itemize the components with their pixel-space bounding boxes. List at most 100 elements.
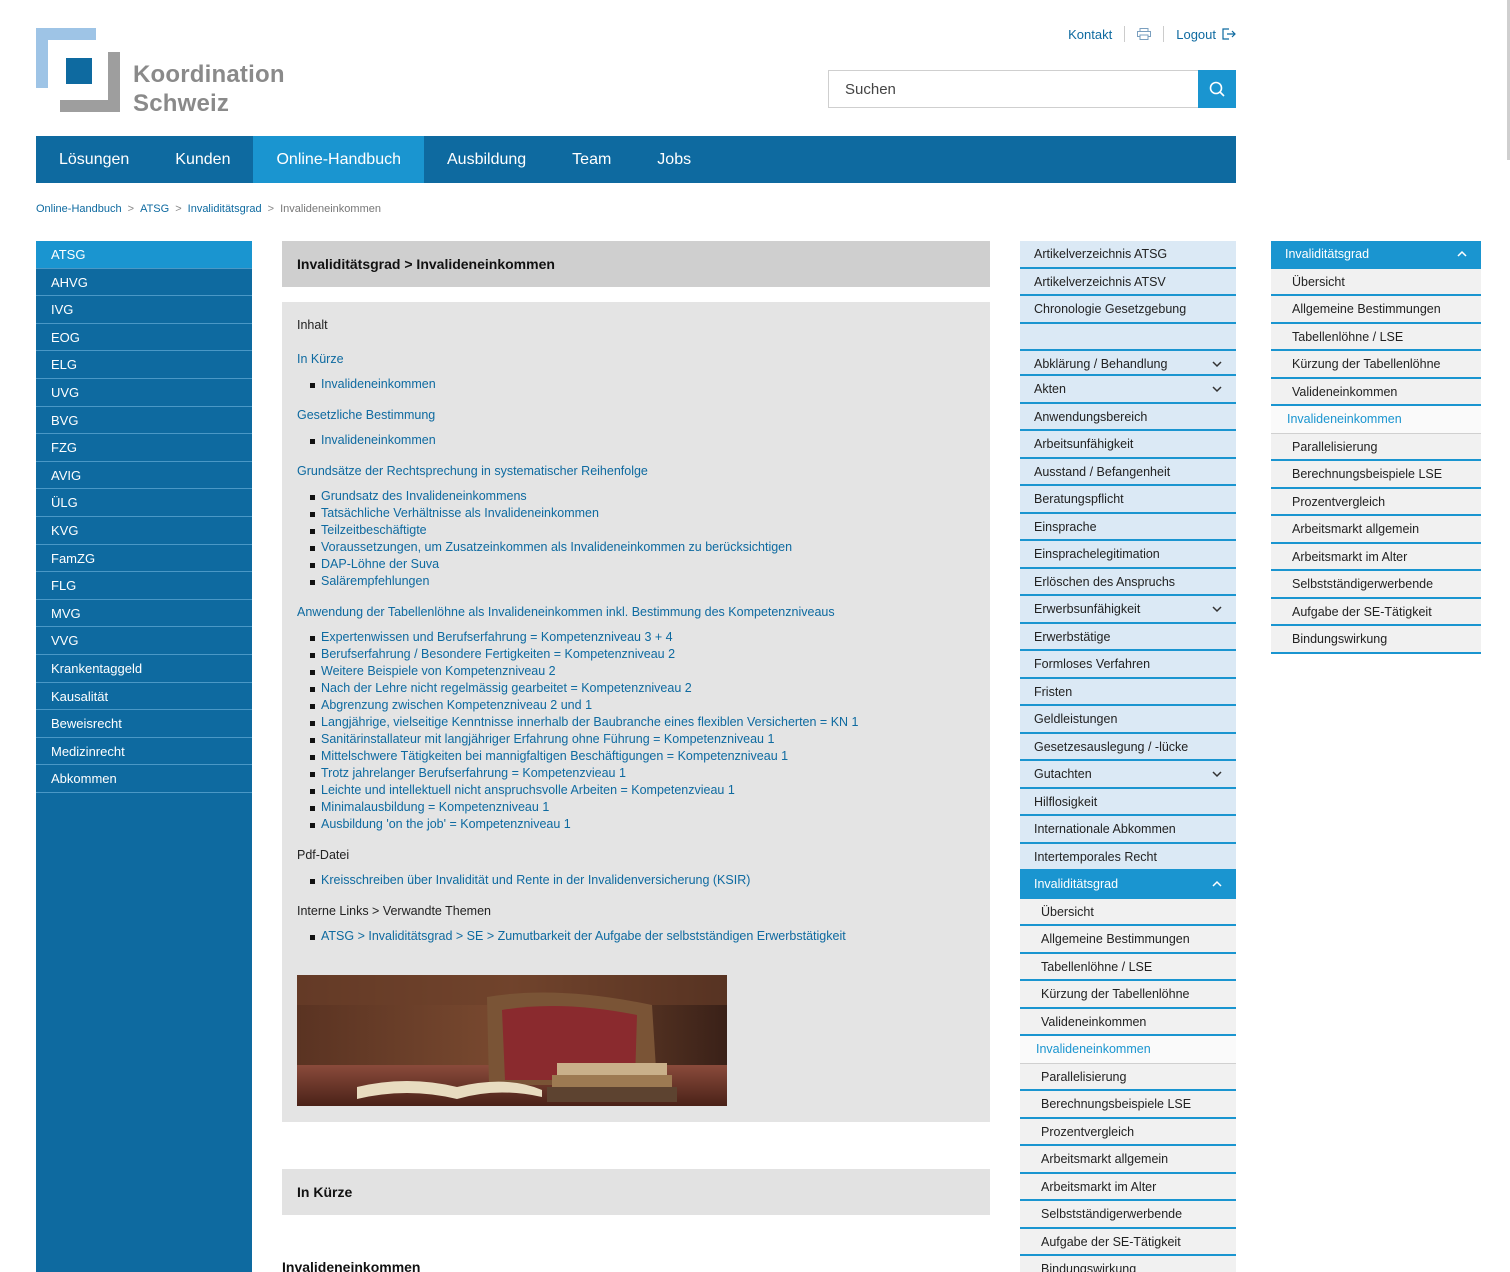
subnav-item[interactable]: Übersicht (1271, 268, 1481, 296)
toc-item[interactable]: Sanitärinstallateur mit langjähriger Erf… (310, 731, 975, 748)
toc-section-link[interactable]: Grundsätze der Rechtsprechung in systema… (297, 464, 975, 478)
sidebar-item-abkommen[interactable]: Abkommen (36, 765, 252, 793)
topic-item[interactable]: Beratungspflicht (1020, 486, 1236, 514)
internal-link[interactable]: ATSG > Invaliditätsgrad > SE > Zumutbark… (310, 928, 975, 945)
topic-item[interactable]: Erwerbstätige (1020, 623, 1236, 651)
sidebar-item-beweisrecht[interactable]: Beweisrecht (36, 710, 252, 738)
search-input[interactable] (828, 70, 1198, 108)
topic-item[interactable]: Artikelverzeichnis ATSV (1020, 268, 1236, 296)
subtopic-item[interactable]: Berechnungsbeispiele LSE (1020, 1091, 1236, 1119)
sidebar-item-famzg[interactable]: FamZG (36, 545, 252, 573)
toc-item[interactable]: Minimalausbildung = Kompetenzniveau 1 (310, 799, 975, 816)
toc-item[interactable]: Trotz jahrelanger Berufserfahrung = Komp… (310, 765, 975, 782)
topic-item[interactable]: Ausstand / Befangenheit (1020, 458, 1236, 486)
topic-item[interactable]: Einsprachelegitimation (1020, 541, 1236, 569)
toc-section-link[interactable]: In Kürze (297, 352, 975, 366)
subtopic-item-current[interactable]: Invalideneinkommen (1020, 1036, 1236, 1064)
subnav-item[interactable]: Arbeitsmarkt im Alter (1271, 543, 1481, 571)
toc-item[interactable]: Expertenwissen und Berufserfahrung = Kom… (310, 629, 975, 646)
subtopic-item[interactable]: Aufgabe der SE-Tätigkeit (1020, 1228, 1236, 1256)
toc-item[interactable]: Langjährige, vielseitige Kenntnisse inne… (310, 714, 975, 731)
subnav-item[interactable]: Prozentvergleich (1271, 488, 1481, 516)
toc-item[interactable]: Invalideneinkommen (310, 432, 975, 449)
pdf-link[interactable]: Kreisschreiben über Invalidität und Rent… (310, 872, 975, 889)
topic-item[interactable]: Artikelverzeichnis ATSG (1020, 241, 1236, 269)
topic-item-invaliditaetsgrad[interactable]: Invaliditätsgrad (1020, 871, 1236, 899)
topic-item[interactable]: Erlöschen des Anspruchs (1020, 568, 1236, 596)
topic-item[interactable]: Gutachten (1020, 761, 1236, 789)
subnav-item[interactable]: Kürzung der Tabellenlöhne (1271, 351, 1481, 379)
topic-item[interactable]: Arbeitsunfähigkeit (1020, 431, 1236, 459)
subtopic-item[interactable]: Prozentvergleich (1020, 1118, 1236, 1146)
topic-item[interactable]: Chronologie Gesetzgebung (1020, 296, 1236, 324)
sidebar-item-medizinrecht[interactable]: Medizinrecht (36, 738, 252, 766)
toc-item[interactable]: Tatsächliche Verhältnisse als Invalidene… (310, 505, 975, 522)
sidebar-item-mvg[interactable]: MVG (36, 600, 252, 628)
sidebar-item-uelg[interactable]: ÜLG (36, 489, 252, 517)
subtopic-item[interactable]: Arbeitsmarkt allgemein (1020, 1146, 1236, 1174)
topic-item[interactable]: Abklärung / Behandlung (1020, 348, 1236, 376)
nav-jobs[interactable]: Jobs (634, 136, 714, 183)
subnav-item[interactable]: Arbeitsmarkt allgemein (1271, 516, 1481, 544)
subnav-item[interactable]: Selbstständigerwerbende (1271, 571, 1481, 599)
toc-item[interactable]: Nach der Lehre nicht regelmässig gearbei… (310, 680, 975, 697)
toc-item[interactable]: Ausbildung 'on the job' = Kompetenznivea… (310, 816, 975, 833)
subnav-item[interactable]: Tabellenlöhne / LSE (1271, 323, 1481, 351)
logout-link[interactable]: Logout (1176, 27, 1236, 42)
topic-item[interactable]: Gesetzesauslegung / -lücke (1020, 733, 1236, 761)
print-icon[interactable] (1137, 28, 1152, 40)
toc-item[interactable]: Weitere Beispiele von Kompetenzniveau 2 (310, 663, 975, 680)
sidebar-item-bvg[interactable]: BVG (36, 407, 252, 435)
sidebar-item-eog[interactable]: EOG (36, 324, 252, 352)
subnav-head[interactable]: Invaliditätsgrad (1271, 241, 1481, 269)
toc-item[interactable]: Abgrenzung zwischen Kompetenzniveau 2 un… (310, 697, 975, 714)
topic-item[interactable]: Akten (1020, 376, 1236, 404)
toc-item[interactable]: Voraussetzungen, um Zusatzeinkommen als … (310, 539, 975, 556)
sidebar-item-vvg[interactable]: VVG (36, 627, 252, 655)
toc-item[interactable]: Berufserfahrung / Besondere Fertigkeiten… (310, 646, 975, 663)
topic-item[interactable]: Einsprache (1020, 513, 1236, 541)
toc-item[interactable]: Teilzeitbeschäftigte (310, 522, 975, 539)
sidebar-item-flg[interactable]: FLG (36, 572, 252, 600)
sidebar-item-ivg[interactable]: IVG (36, 296, 252, 324)
sidebar-item-uvg[interactable]: UVG (36, 379, 252, 407)
breadcrumb-link[interactable]: Invaliditätsgrad (188, 203, 262, 215)
subnav-item[interactable]: Parallelisierung (1271, 433, 1481, 461)
subtopic-item[interactable]: Kürzung der Tabellenlöhne (1020, 981, 1236, 1009)
breadcrumb-link[interactable]: ATSG (140, 203, 169, 215)
sidebar-item-krankentaggeld[interactable]: Krankentaggeld (36, 655, 252, 683)
topic-item[interactable]: Intertemporales Recht (1020, 843, 1236, 871)
toc-section-link[interactable]: Gesetzliche Bestimmung (297, 408, 975, 422)
toc-item[interactable]: Mittelschwere Tätigkeiten bei mannigfalt… (310, 748, 975, 765)
sidebar-item-avig[interactable]: AVIG (36, 462, 252, 490)
subtopic-item[interactable]: Allgemeine Bestimmungen (1020, 926, 1236, 954)
topic-item[interactable]: Anwendungsbereich (1020, 403, 1236, 431)
toc-item[interactable]: DAP-Löhne der Suva (310, 556, 975, 573)
subtopic-item[interactable]: Parallelisierung (1020, 1063, 1236, 1091)
topic-item[interactable]: Fristen (1020, 678, 1236, 706)
nav-kunden[interactable]: Kunden (152, 136, 253, 183)
subtopic-item[interactable]: Tabellenlöhne / LSE (1020, 953, 1236, 981)
subtopic-item[interactable]: Selbstständigerwerbende (1020, 1201, 1236, 1229)
sidebar-item-kausalitaet[interactable]: Kausalität (36, 683, 252, 711)
nav-loesungen[interactable]: Lösungen (36, 136, 152, 183)
subtopic-item[interactable]: Bindungswirkung (1020, 1256, 1236, 1272)
topic-item[interactable]: Formloses Verfahren (1020, 651, 1236, 679)
subnav-item[interactable]: Bindungswirkung (1271, 626, 1481, 654)
toc-item[interactable]: Grundsatz des Invalideneinkommens (310, 488, 975, 505)
topic-item[interactable]: Internationale Abkommen (1020, 816, 1236, 844)
sidebar-item-kvg[interactable]: KVG (36, 517, 252, 545)
toc-section-link[interactable]: Anwendung der Tabellenlöhne als Invalide… (297, 605, 975, 619)
nav-team[interactable]: Team (549, 136, 634, 183)
subnav-item[interactable]: Aufgabe der SE-Tätigkeit (1271, 598, 1481, 626)
topic-item[interactable]: Hilflosigkeit (1020, 788, 1236, 816)
search-button[interactable] (1198, 70, 1236, 108)
nav-online-handbuch[interactable]: Online-Handbuch (253, 136, 424, 183)
topic-item[interactable]: Erwerbsunfähigkeit (1020, 596, 1236, 624)
sidebar-item-elg[interactable]: ELG (36, 351, 252, 379)
toc-item[interactable]: Salärempfehlungen (310, 573, 975, 590)
topic-item[interactable]: Geldleistungen (1020, 706, 1236, 734)
sidebar-item-atsg[interactable]: ATSG (36, 241, 252, 269)
sidebar-item-fzg[interactable]: FZG (36, 434, 252, 462)
subnav-item[interactable]: Allgemeine Bestimmungen (1271, 296, 1481, 324)
